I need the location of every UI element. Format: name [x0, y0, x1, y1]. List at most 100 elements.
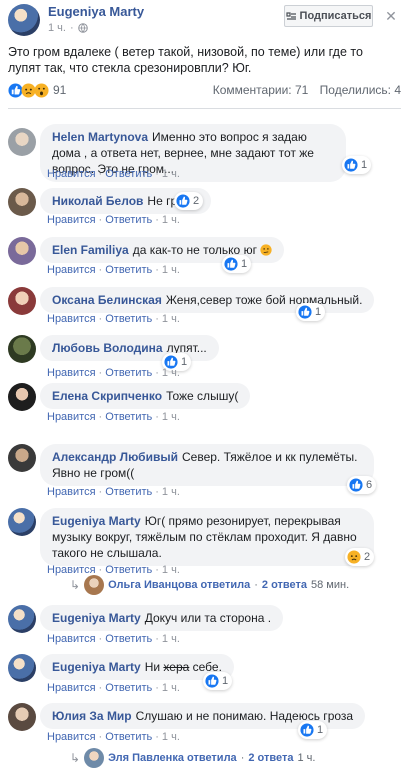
- comment-actions: Нравится · Ответить · 1 ч.: [47, 367, 180, 379]
- comment-actions: Нравится · Ответить · 1 ч.: [47, 633, 180, 645]
- comment-author[interactable]: Helen Martynova: [52, 130, 148, 144]
- reaction-badge[interactable]: 2: [174, 192, 204, 210]
- comment-text: Докуч или та сторона .: [144, 611, 272, 625]
- comment-author[interactable]: Любовь Володина: [52, 341, 163, 355]
- comment-time[interactable]: 1 ч.: [162, 313, 180, 325]
- divider: [8, 108, 401, 109]
- reaction-count: 1: [315, 306, 322, 318]
- comment-text: Женя,север тоже бой нормальный.: [165, 293, 363, 307]
- reply-link[interactable]: Ответить: [105, 313, 152, 325]
- comment-time[interactable]: 1 ч.: [162, 731, 180, 743]
- comment-author[interactable]: Александр Любивый: [52, 450, 178, 464]
- subscribe-button[interactable]: Подписаться: [284, 5, 373, 27]
- avatar[interactable]: [8, 287, 36, 315]
- reaction-badge[interactable]: 1: [298, 721, 328, 739]
- author-avatar[interactable]: [8, 4, 40, 36]
- like-reaction-icon: [349, 478, 363, 492]
- reaction-badge[interactable]: 1: [203, 672, 233, 690]
- reply-link[interactable]: Ответить: [105, 486, 152, 498]
- reply-thread-author[interactable]: Эля Павленка ответила: [108, 752, 237, 764]
- reaction-badge[interactable]: 1: [296, 303, 326, 321]
- reply-thread[interactable]: ↳ Эля Павленка ответила · 2 ответа 1 ч.: [70, 748, 315, 768]
- reply-thread-count[interactable]: 2 ответа: [248, 752, 293, 764]
- avatar[interactable]: [8, 605, 36, 633]
- wow-reaction-icon: [34, 82, 49, 98]
- like-link[interactable]: Нравится: [47, 168, 96, 180]
- like-link[interactable]: Нравится: [47, 486, 96, 498]
- comment-author[interactable]: Николай Белов: [52, 194, 143, 208]
- reaction-badge[interactable]: 6: [347, 476, 377, 494]
- post-author-name[interactable]: Eugeniya Marty: [48, 4, 144, 19]
- reply-link[interactable]: Ответить: [105, 264, 152, 276]
- post-time[interactable]: 1 ч.: [48, 22, 66, 34]
- comments-count[interactable]: Комментарии: 71: [213, 83, 309, 97]
- avatar[interactable]: [8, 508, 36, 536]
- comment-author[interactable]: Юлия За Мир: [52, 709, 132, 723]
- comment-author[interactable]: Eugeniya Marty: [52, 660, 141, 674]
- reply-link[interactable]: Ответить: [105, 411, 152, 423]
- comment-author[interactable]: Elen Familiya: [52, 243, 129, 257]
- reaction-count[interactable]: 91: [53, 83, 66, 97]
- comment-actions: Нравится · Ответить · 1 ч.: [47, 486, 180, 498]
- reply-link[interactable]: Ответить: [105, 731, 152, 743]
- comment-time[interactable]: 1 ч.: [162, 367, 180, 379]
- subscribe-label: Подписаться: [299, 10, 372, 22]
- avatar[interactable]: [8, 237, 36, 265]
- comment-actions: Нравится · Ответить · 1 ч.: [47, 264, 180, 276]
- post-text: Это гром вдалеке ( ветер такой, низовой,…: [8, 45, 363, 75]
- reaction-count: 2: [193, 195, 200, 207]
- comment-author[interactable]: Eugeniya Marty: [52, 514, 141, 528]
- like-link[interactable]: Нравится: [47, 313, 96, 325]
- comment-time[interactable]: 1 ч.: [162, 486, 180, 498]
- comment-author[interactable]: Eugeniya Marty: [52, 611, 141, 625]
- reaction-badge[interactable]: 2: [345, 548, 375, 566]
- avatar[interactable]: [8, 128, 36, 156]
- comment-time[interactable]: 1 ч.: [162, 214, 180, 226]
- reply-link[interactable]: Ответить: [105, 367, 152, 379]
- comment-bubble: Александр Любивый Север. Тяжёлое и кк пул…: [40, 444, 374, 486]
- avatar[interactable]: [8, 654, 36, 682]
- comment-actions: Нравится · Ответить · 1 ч.: [47, 168, 180, 180]
- like-link[interactable]: Нравится: [47, 633, 96, 645]
- like-link[interactable]: Нравится: [47, 264, 96, 276]
- comment-time[interactable]: 1 ч.: [162, 168, 180, 180]
- reaction-badge[interactable]: 1: [222, 255, 252, 273]
- sad-reaction-icon: [347, 550, 361, 564]
- reply-thread[interactable]: ↳ Ольга Иванцова ответила · 2 ответа 58 …: [70, 575, 349, 595]
- comment-time[interactable]: 1 ч.: [162, 682, 180, 694]
- like-reaction-icon: [298, 305, 312, 319]
- avatar[interactable]: [8, 335, 36, 363]
- shares-count[interactable]: Поделились: 4: [320, 83, 401, 97]
- close-icon[interactable]: ✕: [381, 6, 401, 26]
- comment-time[interactable]: 1 ч.: [162, 633, 180, 645]
- avatar[interactable]: [8, 383, 36, 411]
- reaction-badge[interactable]: 1: [342, 156, 372, 174]
- comment-bubble: Eugeniya Marty Юг( прямо резонирует, пере…: [40, 508, 374, 566]
- like-link[interactable]: Нравится: [47, 367, 96, 379]
- like-link[interactable]: Нравится: [47, 731, 96, 743]
- reply-link[interactable]: Ответить: [105, 168, 152, 180]
- reply-link[interactable]: Ответить: [105, 214, 152, 226]
- like-link[interactable]: Нравится: [47, 682, 96, 694]
- avatar[interactable]: [8, 703, 36, 731]
- reply-thread-count[interactable]: 2 ответа: [262, 579, 307, 591]
- reaction-count: 1: [181, 356, 188, 368]
- comment-time[interactable]: 1 ч.: [162, 264, 180, 276]
- like-link[interactable]: Нравится: [47, 411, 96, 423]
- comment-actions: Нравится · Ответить · 1 ч.: [47, 731, 180, 743]
- comment-actions: Нравится · Ответить · 1 ч.: [47, 214, 180, 226]
- comment-author[interactable]: Елена Скрипченко: [52, 389, 162, 403]
- reply-link[interactable]: Ответить: [105, 633, 152, 645]
- post-stats: Комментарии: 71 Поделились: 4: [205, 83, 401, 97]
- reaction-count: 1: [361, 159, 368, 171]
- like-link[interactable]: Нравится: [47, 214, 96, 226]
- reply-thread-time: 58 мин.: [311, 579, 350, 591]
- reply-link[interactable]: Ответить: [105, 682, 152, 694]
- comment-author[interactable]: Оксана Белинская: [52, 293, 162, 307]
- avatar[interactable]: [8, 188, 36, 216]
- reaction-icons[interactable]: [8, 82, 49, 98]
- reply-thread-author[interactable]: Ольга Иванцова ответила: [108, 579, 250, 591]
- avatar[interactable]: [8, 444, 36, 472]
- post-reactions-row: 91 Комментарии: 71 Поделились: 4: [8, 82, 401, 98]
- comment-time[interactable]: 1 ч.: [162, 411, 180, 423]
